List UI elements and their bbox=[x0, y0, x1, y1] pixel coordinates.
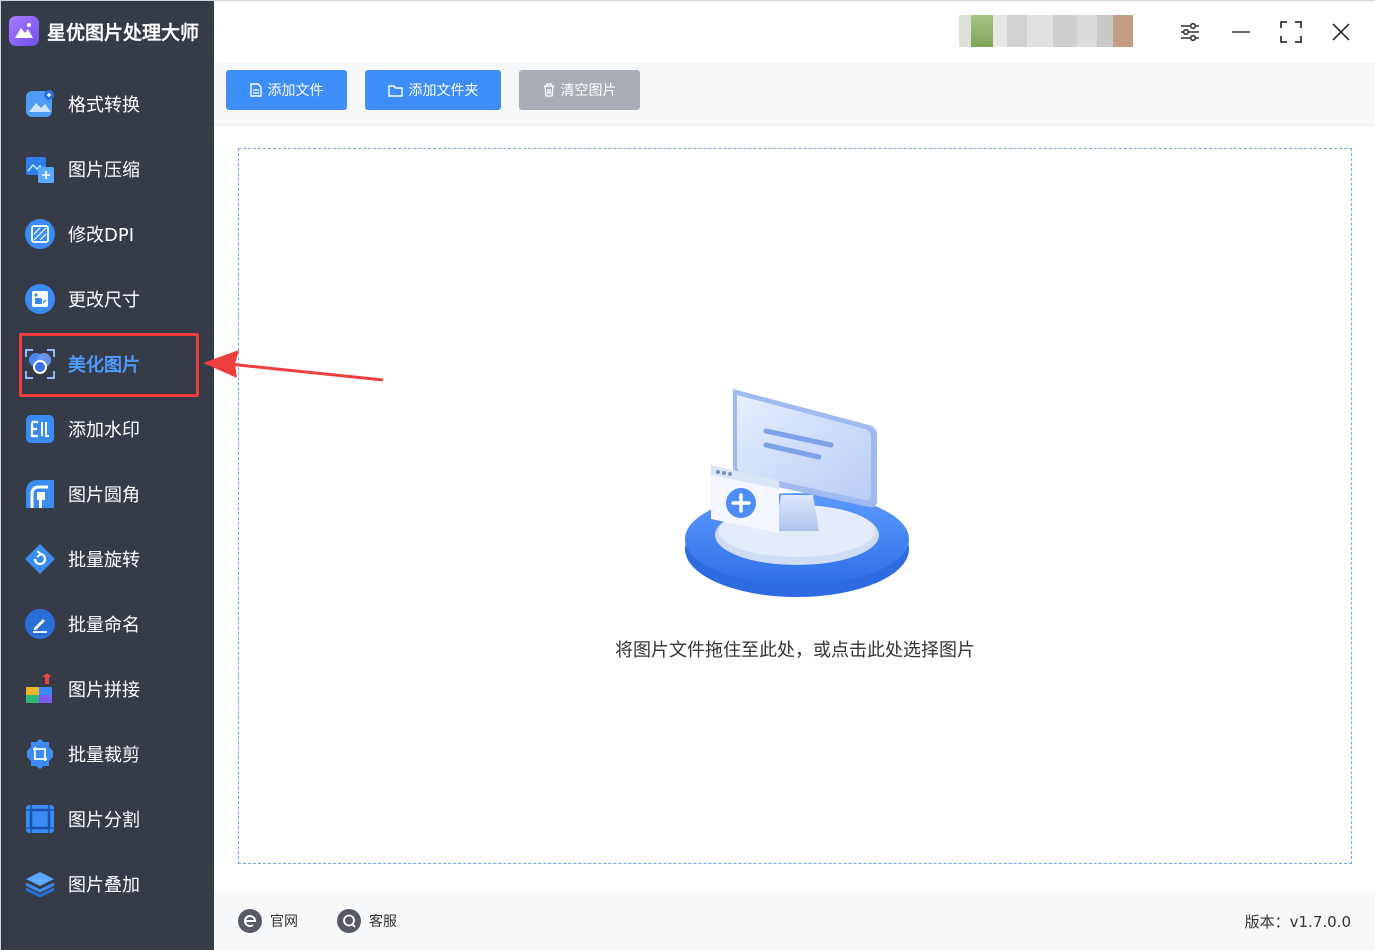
sidebar-item-label: 图片拼接 bbox=[68, 680, 140, 701]
upload-monitor-illustration bbox=[681, 385, 913, 605]
annotation-highlight-box bbox=[19, 333, 199, 397]
add-folder-button[interactable]: 添加文件夹 bbox=[365, 70, 501, 110]
minimize-icon[interactable] bbox=[1224, 15, 1258, 49]
user-avatar[interactable] bbox=[959, 15, 1149, 47]
maximize-icon[interactable] bbox=[1274, 15, 1308, 49]
round-corner-icon bbox=[23, 477, 57, 511]
add-file-button[interactable]: 添加文件 bbox=[226, 70, 347, 110]
dpi-icon bbox=[23, 217, 57, 251]
sidebar-item-label: 图片叠加 bbox=[68, 875, 140, 896]
sidebar-item-round-corner[interactable]: 图片圆角 bbox=[23, 472, 198, 516]
resize-icon bbox=[23, 282, 57, 316]
clear-images-button[interactable]: 清空图片 bbox=[519, 70, 640, 110]
website-link[interactable]: 官网 bbox=[238, 909, 298, 933]
title-bar bbox=[214, 1, 1375, 63]
sidebar-item-label: 批量旋转 bbox=[68, 550, 140, 571]
sidebar-item-resize[interactable]: 更改尺寸 bbox=[23, 277, 198, 321]
sidebar: 星优图片处理大师 格式转换 图片压缩 修改DPI 更改尺寸 美化图片 添加水印 … bbox=[1, 1, 214, 950]
image-compress-icon bbox=[23, 152, 57, 186]
rename-icon bbox=[23, 607, 57, 641]
footer: 官网 客服 版本：v1.7.0.0 bbox=[214, 891, 1375, 950]
watermark-icon bbox=[23, 412, 57, 446]
split-icon bbox=[23, 802, 57, 836]
folder-icon bbox=[387, 84, 403, 97]
image-convert-icon bbox=[23, 87, 57, 121]
sidebar-item-rename[interactable]: 批量命名 bbox=[23, 602, 198, 646]
sidebar-item-rotate[interactable]: 批量旋转 bbox=[23, 537, 198, 581]
sidebar-item-layers[interactable]: 图片叠加 bbox=[23, 862, 198, 906]
drop-hint-text: 将图片文件拖住至此处，或点击此处选择图片 bbox=[615, 640, 975, 661]
close-icon[interactable] bbox=[1324, 15, 1358, 49]
add-folder-label: 添加文件夹 bbox=[408, 83, 479, 99]
sidebar-item-format-convert[interactable]: 格式转换 bbox=[23, 82, 198, 126]
app-title: 星优图片处理大师 bbox=[9, 13, 199, 49]
sidebar-item-label: 批量命名 bbox=[68, 615, 140, 636]
clear-images-label: 清空图片 bbox=[560, 83, 617, 99]
puzzle-icon bbox=[23, 672, 57, 706]
drop-zone[interactable]: 将图片文件拖住至此处，或点击此处选择图片 bbox=[238, 148, 1352, 864]
sidebar-item-watermark[interactable]: 添加水印 bbox=[23, 407, 198, 451]
sidebar-item-split[interactable]: 图片分割 bbox=[23, 797, 198, 841]
sidebar-item-crop[interactable]: 批量裁剪 bbox=[23, 732, 198, 776]
sidebar-item-puzzle[interactable]: 图片拼接 bbox=[23, 667, 198, 711]
sidebar-item-label: 添加水印 bbox=[68, 420, 140, 441]
main-content: 将图片文件拖住至此处，或点击此处选择图片 bbox=[214, 125, 1375, 891]
sidebar-item-image-compress[interactable]: 图片压缩 bbox=[23, 147, 198, 191]
trash-icon bbox=[543, 83, 555, 97]
layers-icon bbox=[23, 867, 57, 901]
sidebar-item-modify-dpi[interactable]: 修改DPI bbox=[23, 212, 198, 256]
support-label: 客服 bbox=[369, 914, 397, 930]
crop-icon bbox=[23, 737, 57, 771]
app-window: 星优图片处理大师 格式转换 图片压缩 修改DPI 更改尺寸 美化图片 添加水印 … bbox=[0, 0, 1375, 950]
version-text: 版本：v1.7.0.0 bbox=[1244, 913, 1351, 931]
toolbar: 添加文件 添加文件夹 清空图片 bbox=[214, 63, 1375, 125]
sidebar-item-label: 修改DPI bbox=[68, 225, 135, 246]
sidebar-item-label: 图片分割 bbox=[68, 810, 140, 831]
chat-support-icon bbox=[337, 909, 361, 933]
website-label: 官网 bbox=[270, 914, 298, 930]
file-icon bbox=[249, 83, 262, 97]
rotate-icon bbox=[23, 542, 57, 576]
sidebar-item-label: 格式转换 bbox=[68, 95, 140, 116]
sidebar-item-label: 更改尺寸 bbox=[68, 290, 140, 311]
app-title-text: 星优图片处理大师 bbox=[47, 21, 200, 44]
app-logo-icon bbox=[9, 16, 39, 46]
sidebar-item-label: 图片圆角 bbox=[68, 485, 140, 506]
ie-browser-icon bbox=[238, 909, 262, 933]
add-file-label: 添加文件 bbox=[267, 83, 324, 99]
sidebar-item-label: 批量裁剪 bbox=[68, 745, 140, 766]
settings-sliders-icon[interactable] bbox=[1173, 15, 1207, 49]
sidebar-item-label: 图片压缩 bbox=[68, 160, 140, 181]
support-link[interactable]: 客服 bbox=[337, 909, 397, 933]
